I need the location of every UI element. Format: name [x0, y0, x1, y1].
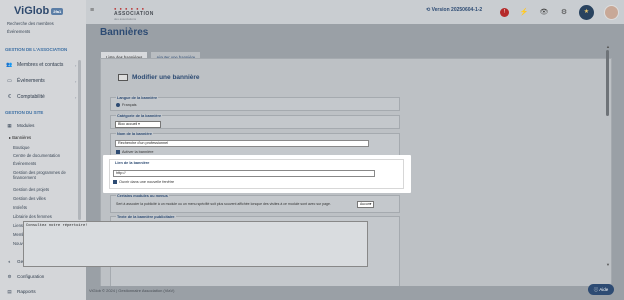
top-bar: ≡ ● ● ● ● ● ● ASSOCIATION des associatio… [86, 0, 624, 24]
logo-badge: 2fa1 [51, 7, 64, 15]
scroll-up-icon[interactable]: ▲ [606, 44, 610, 49]
calendar-icon: ▭ [7, 78, 12, 84]
eye-icon[interactable]: 👁 [539, 8, 549, 18]
sidebar-link-recherche[interactable]: Recherche des membres [7, 21, 54, 26]
sidebar-link-evenements[interactable]: Événements [7, 29, 30, 34]
ordre-text: Sert à associer la publicité à un module… [116, 202, 331, 206]
euro-icon: € [8, 94, 11, 100]
user-badge-icon[interactable]: ★ [579, 5, 594, 20]
footer: ViGlob © 2024 | Gestionnaire Association… [89, 288, 175, 293]
help-button[interactable]: ⓘ Aide [588, 284, 614, 295]
ordre-select[interactable]: Aucun▾ [357, 201, 374, 208]
radio-francais[interactable]: Français [116, 103, 137, 107]
brand-sub: des associations [114, 17, 137, 21]
fieldset-ordre: Certains modules ou menus Sert à associe… [110, 194, 400, 213]
chevron-icon: › [75, 63, 77, 68]
sidebar-item-projets[interactable]: Gestion des projets [13, 187, 49, 192]
legend-langue: Langue de la bannière [116, 96, 159, 100]
sidebar-item-comptabilite[interactable]: € Comptabilité [6, 94, 45, 100]
highlighted-field-lien: Lien de la bannière http:// Ouvrir dans … [103, 155, 411, 193]
sidebar-item-evenements-mod[interactable]: Événements [13, 161, 36, 166]
sidebar-item-configuration[interactable]: ⚙ Configuration [6, 274, 44, 280]
sidebar-item-librairie[interactable]: Librairie des femmes [13, 214, 52, 219]
modules-icon: ▦ [7, 123, 12, 128]
nouvelle-fenetre-checkbox[interactable]: Ouvrir dans une nouvelle fenêtre [113, 180, 174, 184]
fieldset-lien: Lien de la bannière http:// Ouvrir dans … [109, 159, 404, 189]
sidebar-scrollbar[interactable] [78, 60, 81, 220]
fieldset-categorie: Catégorie de la bannière Bloc accueil ▾ [110, 114, 400, 129]
legend-nom: Nom de la bannière [116, 132, 154, 136]
page-title: Bannières [100, 27, 149, 38]
sidebar-item-interets[interactable]: Intérêts [13, 205, 27, 210]
section-association: GESTION DE L'ASSOCIATION [5, 47, 68, 52]
chevron-icon: › [75, 79, 77, 84]
menu-toggle-icon[interactable]: ≡ [90, 7, 94, 14]
section-site: GESTION DU SITE [5, 110, 44, 115]
sidebar-item-rapports[interactable]: ▤ Rapports [6, 289, 35, 295]
settings-icon[interactable]: ⚙ [559, 8, 569, 18]
legend-ordre: Certains modules ou menus [116, 194, 169, 198]
app-logo[interactable]: ViGlob 2fa1 [14, 5, 64, 17]
users-icon: 👥 [6, 62, 13, 68]
gear-icon: ⚙ [7, 274, 12, 279]
sidebar-item-centre[interactable]: Centre de documentation [13, 153, 60, 158]
version-label: ⟲ Version 20250604-1-2 [426, 7, 483, 13]
chart-icon: ▤ [7, 289, 12, 294]
sidebar-item-bannieres[interactable]: ▸ Bannières [9, 135, 31, 140]
fieldset-langue: Langue de la bannière Français [110, 96, 400, 111]
content-icon: ◐ [8, 259, 11, 264]
sidebar-item-membres[interactable]: 👥 Membres et contacts [6, 62, 63, 68]
association-brand[interactable]: ● ● ● ● ● ● ASSOCIATION des associations [114, 6, 164, 21]
sidebar-item-evenements[interactable]: ▭ Événements [6, 78, 45, 84]
nom-input[interactable]: Recherche d'un professionnel [115, 140, 369, 147]
sidebar-item-boutique[interactable]: Boutique [13, 145, 30, 150]
sidebar-item-villes[interactable]: Gestion des villes [13, 196, 46, 201]
scroll-down-icon[interactable]: ▼ [606, 262, 610, 267]
lien-input[interactable]: http:// [113, 170, 375, 177]
panel-title: Modifier une bannière [118, 74, 200, 81]
main-scrollbar[interactable] [606, 50, 609, 116]
activer-checkbox[interactable]: Activer la bannière [116, 150, 153, 154]
avatar[interactable] [604, 5, 619, 20]
sidebar-item-programmes[interactable]: Gestion des programmes de financement [13, 170, 73, 180]
notification-icon[interactable]: ! [500, 8, 509, 17]
monitor-icon [118, 74, 128, 81]
chevron-icon: › [75, 95, 77, 100]
sidebar-item-modules[interactable]: ▦ Modules [6, 123, 34, 129]
legend-texte: Texte de la bannière publicitaire [116, 215, 176, 219]
lightning-icon[interactable]: ⚡ [519, 8, 529, 18]
categorie-select[interactable]: Bloc accueil ▾ [115, 121, 161, 128]
legend-categorie: Catégorie de la bannière [116, 114, 163, 118]
texte-textarea[interactable]: Consultez notre répertoire! [23, 221, 368, 267]
legend-lien: Lien de la bannière [114, 161, 151, 165]
